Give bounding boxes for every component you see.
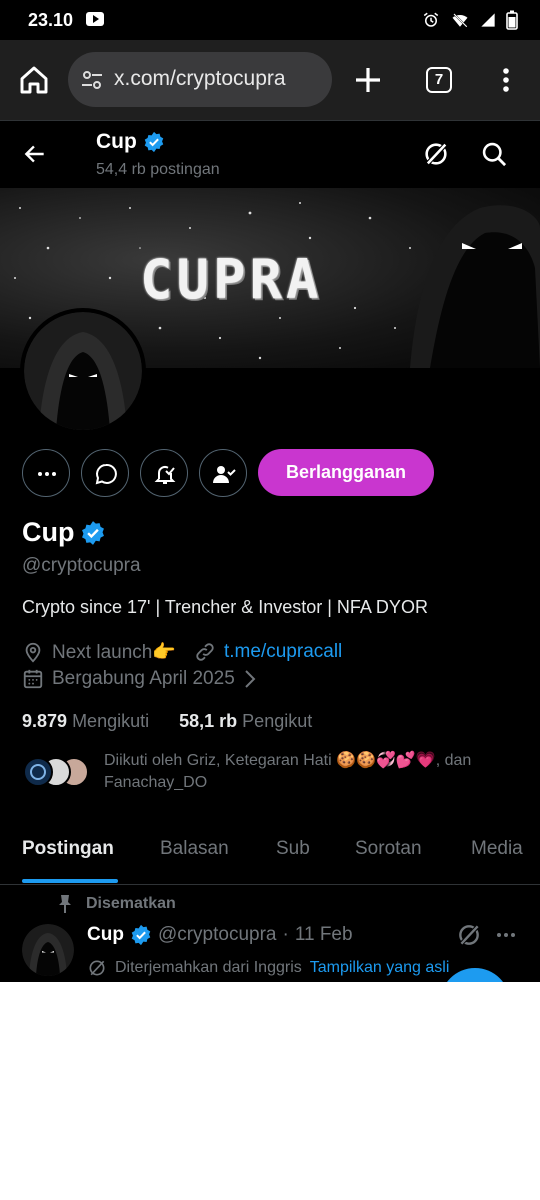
profile-meta-row: Next launch👉 t.me/cupracall [22,640,342,664]
tweet-avatar[interactable] [22,924,74,976]
tab-switcher-button[interactable]: 7 [426,67,452,93]
grok-icon[interactable] [422,140,450,168]
active-tab-indicator [22,879,118,883]
follow-stats: 9.879 Mengikuti 58,1 rb Pengikut [22,711,312,732]
verified-badge-icon [131,924,151,946]
more-horizontal-icon[interactable] [494,922,518,948]
avatar-image [24,312,142,430]
followers-avatars [23,757,89,787]
url-text: x.com/cryptocupra [114,67,286,90]
followed-by-row[interactable]: Diikuti oleh Griz, Ketegaran Hati 🍪🍪💞💕💗,… [22,750,522,796]
battery-icon [506,10,518,30]
pin-icon [59,895,71,913]
profile-link[interactable]: t.me/cupracall [224,641,342,663]
tab-highlights[interactable]: Sorotan [355,838,422,860]
tab-posts[interactable]: Postingan [22,838,114,860]
verified-badge-icon[interactable] [80,520,106,546]
search-icon[interactable] [480,140,508,168]
pinned-label: Disematkan [86,895,176,912]
app-screen: 23.10 x.com/cryptocupra 7 Cup 54,4 rb po… [0,0,540,982]
more-vert-icon[interactable] [496,66,516,94]
translated-label: Diterjemahkan dari Inggris [115,959,302,976]
profile-name: Cup [22,517,75,547]
profile-handle: @cryptocupra [22,555,141,576]
address-bar[interactable]: x.com/cryptocupra [68,52,332,107]
verified-badge-icon [144,131,164,153]
signal-icon [481,13,495,27]
following-count: 9.879 [22,711,68,731]
chevron-right-icon [245,670,256,688]
followers-label: Pengikut [242,711,313,731]
tweet-author-handle[interactable]: @cryptocupra [158,924,277,946]
tweet-header: Cup @cryptocupra · 11 Feb [87,924,353,946]
profile-header-bar: Cup 54,4 rb postingan [0,120,540,188]
profile-tabs: Postingan Balasan Sub Sorotan Media [0,820,540,885]
message-bubble-icon [95,463,117,485]
post-count: 54,4 rb postingan [96,161,220,178]
followers-stat[interactable]: 58,1 rb Pengikut [179,711,312,732]
profile-location: Next launch👉 [52,642,176,663]
tweet-avatar-image [22,924,74,976]
header-name: Cup [96,130,137,153]
tab-sub[interactable]: Sub [276,838,310,860]
message-button[interactable] [81,449,129,497]
browser-toolbar: x.com/cryptocupra 7 [0,40,540,120]
more-horizontal-icon [38,472,56,476]
translation-row: Diterjemahkan dari Inggris Tampilkan yan… [87,958,449,978]
profile-avatar[interactable] [20,308,146,434]
pinned-label-row: Disematkan [56,894,176,914]
subscribe-button[interactable]: Berlangganan [258,449,434,496]
status-time: 23.10 [28,10,74,30]
grok-icon[interactable] [456,922,482,948]
tab-replies[interactable]: Balasan [160,838,229,860]
profile-name-row: Cup [22,517,106,548]
profile-joined: Bergabung April 2025 [52,668,235,689]
status-icons [422,10,518,30]
more-options-button[interactable] [22,449,70,497]
location-pin-icon [25,642,41,663]
followers-count: 58,1 rb [179,711,238,731]
bell-check-icon [154,466,176,484]
user-check-icon [213,466,236,483]
status-bar: 23.10 [0,0,540,40]
home-icon[interactable] [18,64,50,96]
translate-icon [89,960,105,976]
youtube-notification-icon [86,12,104,26]
wifi-off-icon [452,12,468,28]
header-title: Cup [96,130,165,154]
profile-joined-row[interactable]: Bergabung April 2025 [22,668,259,690]
notifications-button[interactable] [140,449,188,497]
link-icon [196,643,214,661]
banner-title: CUPRA [140,248,323,311]
calendar-icon [23,669,43,689]
tweet-separator: · [282,924,289,945]
following-button[interactable] [199,449,247,497]
new-tab-icon[interactable] [352,64,384,96]
tab-media[interactable]: Media [471,838,523,860]
tweet-author-name[interactable]: Cup [87,924,124,946]
profile-bio: Crypto since 17' | Trencher & Investor |… [22,597,428,617]
show-original-link[interactable]: Tampilkan yang asli [310,959,450,977]
following-stat[interactable]: 9.879 Mengikuti [22,711,149,732]
tweet-date[interactable]: 11 Feb [295,924,353,946]
back-arrow-icon[interactable] [22,141,48,167]
alarm-icon [423,12,439,27]
following-label: Mengikuti [72,711,150,731]
site-settings-icon[interactable] [80,68,104,92]
compose-post-button[interactable] [440,968,510,982]
followed-by-text: Diikuti oleh Griz, Ketegaran Hati 🍪🍪💞💕💗,… [104,752,472,791]
